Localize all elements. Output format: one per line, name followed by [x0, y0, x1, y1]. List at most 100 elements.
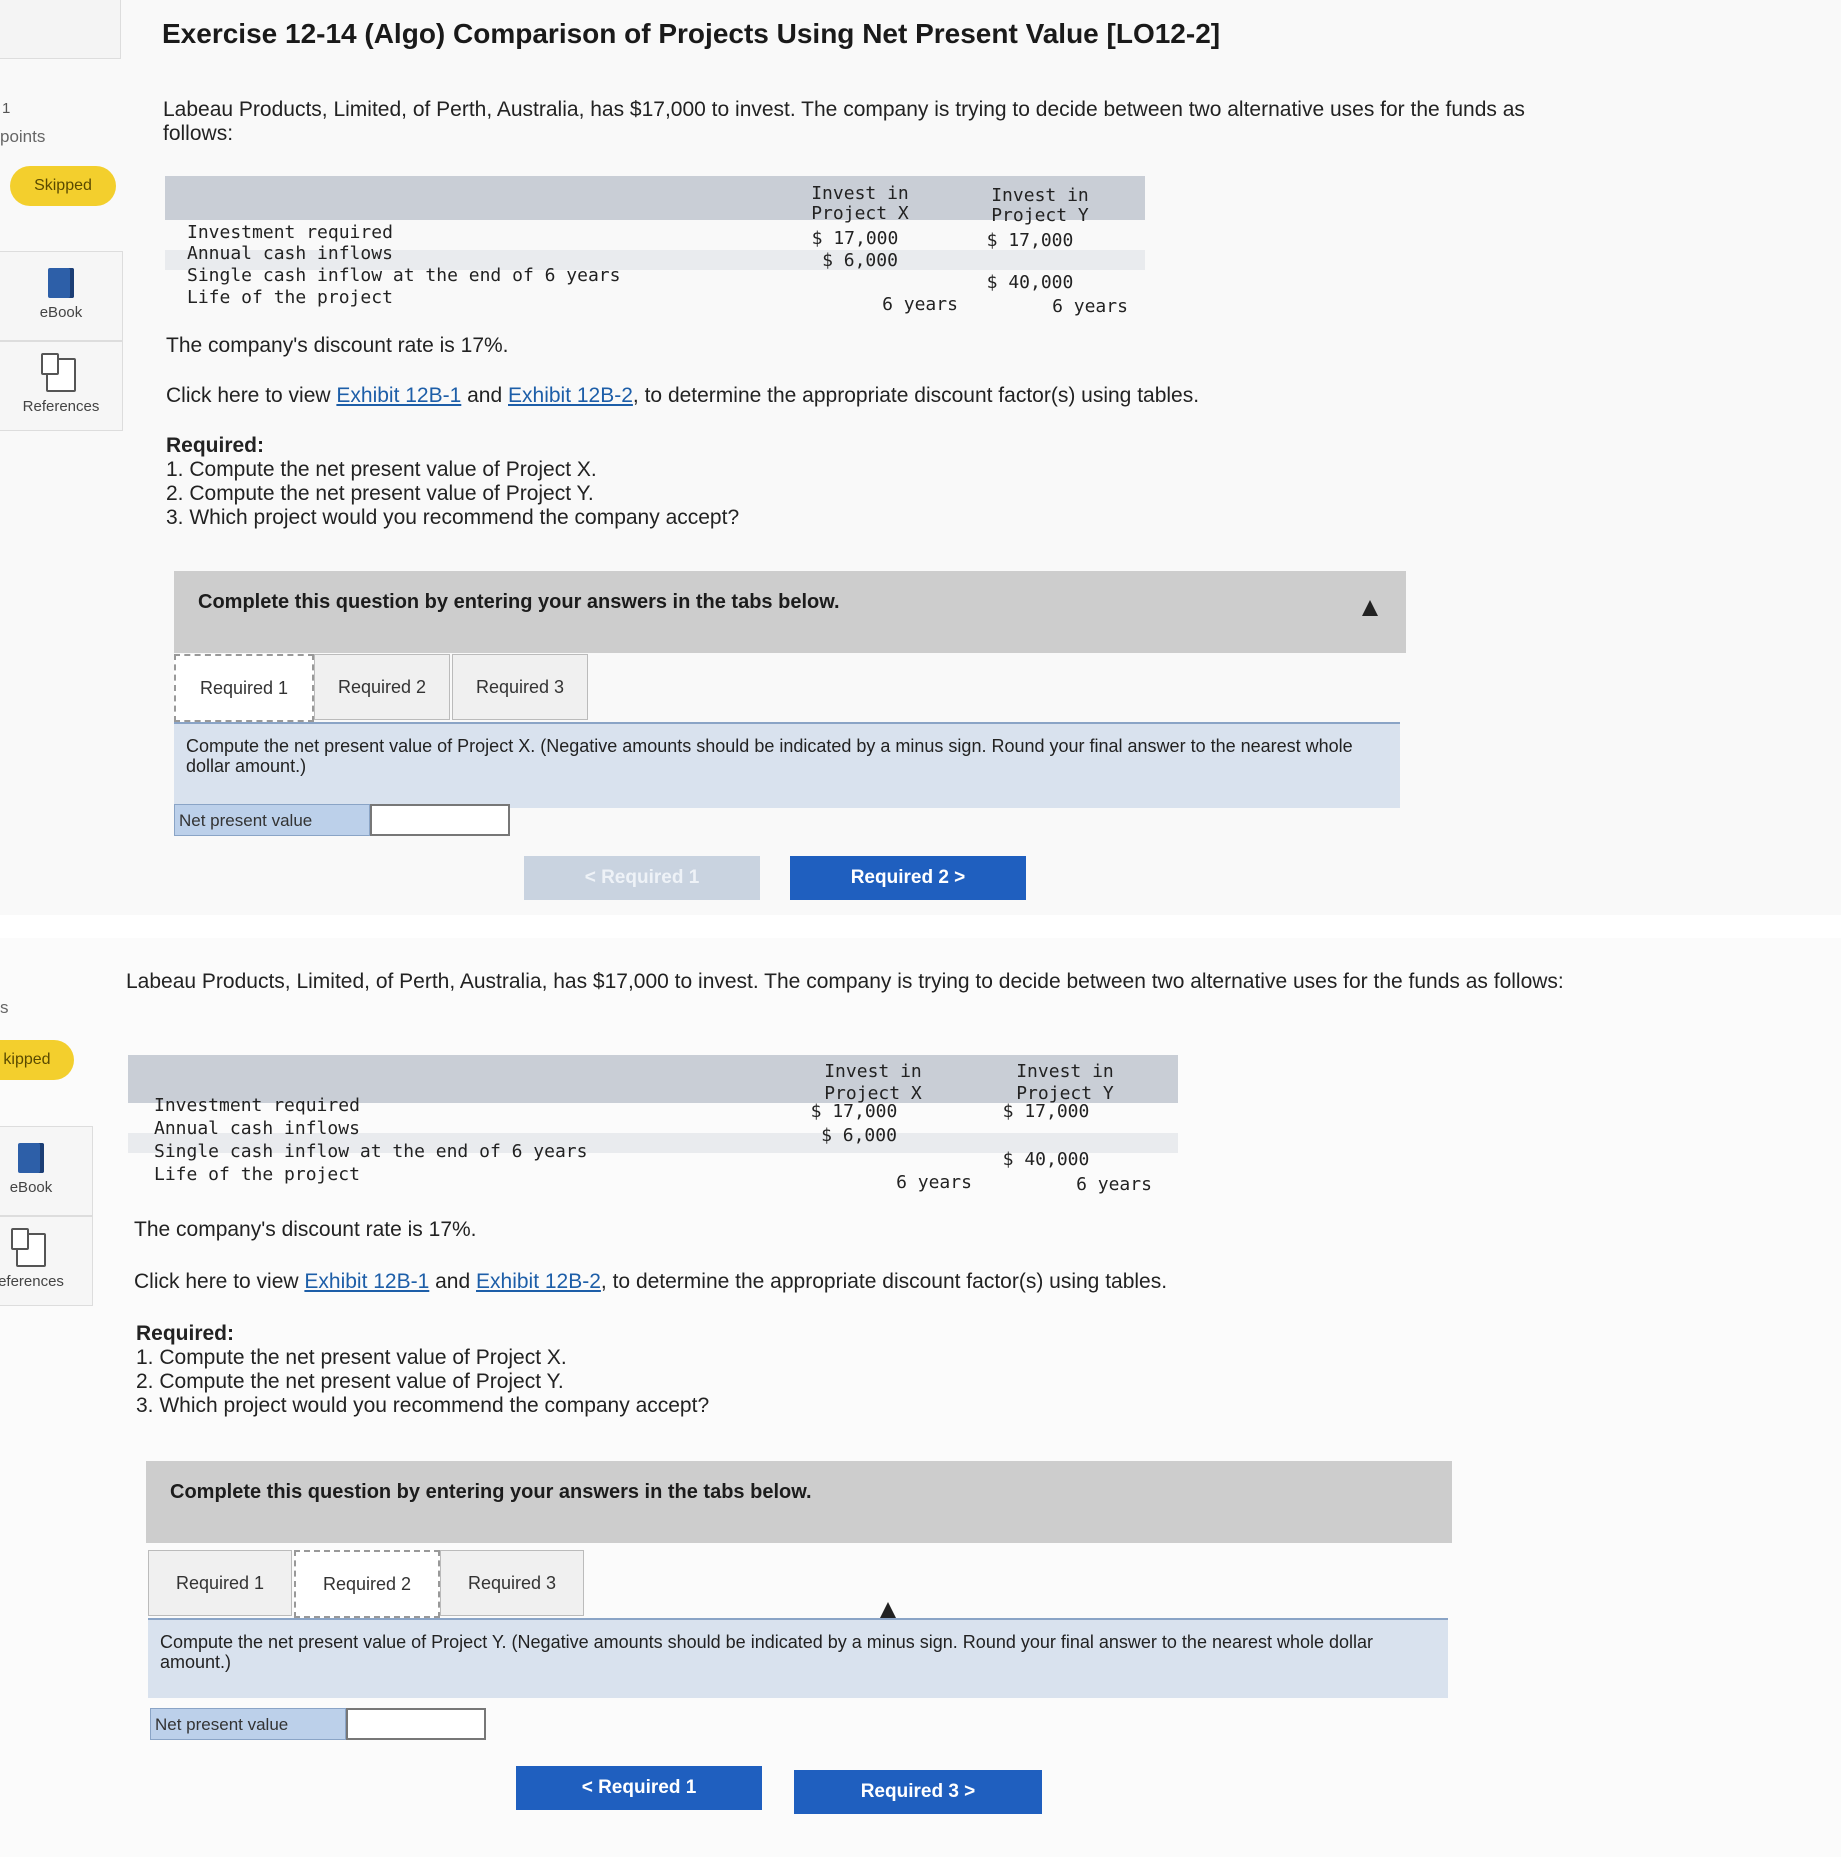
col-header-project-y: Invest in Project Y — [991, 185, 1089, 226]
skipped-badge: kipped — [0, 1040, 74, 1080]
exhibit-text-mid: and — [461, 384, 509, 407]
npv-input[interactable] — [370, 804, 510, 836]
intro-text: Labeau Products, Limited, of Perth, Aust… — [126, 970, 1564, 993]
references-icon — [41, 353, 76, 392]
exhibit-text: Click here to view Exhibit 12B-1 and Exh… — [134, 1270, 1167, 1294]
tab-required-3[interactable]: Required 3 — [452, 654, 588, 720]
tab-required-2[interactable]: Required 2 — [294, 1550, 440, 1618]
book-icon — [18, 1143, 44, 1173]
row-label-annual: Annual cash inflows — [187, 243, 393, 264]
cell-x-investment: $ 17,000 — [811, 228, 899, 249]
skipped-badge: Skipped — [10, 166, 116, 206]
book-icon — [48, 268, 74, 298]
exhibit-12b-1-link[interactable]: Exhibit 12B-1 — [304, 1270, 429, 1293]
ebook-button[interactable]: eBook — [0, 1126, 93, 1216]
cell-x-life: 6 years — [882, 294, 958, 315]
exhibit-text-post: , to determine the appropriate discount … — [600, 1270, 1168, 1293]
tab-required-1[interactable]: Required 1 — [174, 654, 314, 722]
references-icon — [11, 1228, 46, 1267]
exhibit-text: Click here to view Exhibit 12B-1 and Exh… — [166, 384, 1199, 408]
references-button[interactable]: eferences — [0, 1216, 93, 1306]
instructions-banner: Complete this question by entering your … — [146, 1461, 1452, 1543]
mouse-cursor-icon — [880, 1602, 896, 1618]
instruction-box: Compute the net present value of Project… — [148, 1618, 1448, 1698]
cell-y-life: 6 years — [1076, 1174, 1152, 1195]
cell-y-investment: $ 17,000 — [986, 230, 1074, 251]
exhibit-text-post: , to determine the appropriate discount … — [632, 384, 1200, 407]
col-header-project-x: Invest in Project X — [824, 1061, 922, 1104]
exhibit-12b-1-link[interactable]: Exhibit 12B-1 — [336, 384, 461, 407]
tab-required-3[interactable]: Required 3 — [440, 1550, 584, 1616]
exhibit-text-mid: and — [429, 1270, 477, 1293]
sidebar: s kipped eBook eferences — [0, 938, 125, 1857]
row-label-annual: Annual cash inflows — [154, 1118, 360, 1139]
required-heading: Required: — [166, 434, 265, 457]
exercise-title: Exercise 12-14 (Algo) Comparison of Proj… — [162, 18, 1221, 49]
npv-input[interactable] — [346, 1708, 486, 1740]
banner-text: Complete this question by entering your … — [198, 591, 840, 613]
cell-x-life: 6 years — [896, 1172, 972, 1193]
banner-text: Complete this question by entering your … — [170, 1481, 812, 1503]
next-required-3-button[interactable]: Required 3 > — [794, 1770, 1042, 1814]
ebook-label: eBook — [9, 1179, 53, 1196]
cell-x-annual: $ 6,000 — [822, 250, 898, 271]
required-item-3: 3. Which project would you recommend the… — [166, 506, 740, 529]
col-header-project-x: Invest in Project X — [811, 183, 909, 224]
prev-required-1-button[interactable]: < Required 1 — [516, 1766, 762, 1810]
exhibit-text-pre: Click here to view — [134, 1270, 305, 1293]
next-required-2-button[interactable]: Required 2 > — [790, 856, 1026, 900]
instructions-banner: Complete this question by entering your … — [174, 571, 1406, 653]
col-header-project-y: Invest in Project Y — [1016, 1061, 1114, 1104]
points-label: points — [0, 127, 46, 146]
instruction-text: Compute the net present value of Project… — [186, 736, 1353, 776]
points-label: s — [0, 998, 9, 1017]
screenshot-divider — [0, 915, 1841, 938]
row-label-investment: Investment required — [187, 222, 393, 243]
npv-label: Net present value — [150, 1708, 346, 1740]
required-heading: Required: — [136, 1322, 235, 1345]
cell-y-single: $ 40,000 — [986, 272, 1074, 293]
ebook-button[interactable]: eBook — [0, 251, 123, 341]
prev-required-1-button[interactable]: < Required 1 — [524, 856, 760, 900]
instruction-text: Compute the net present value of Project… — [160, 1632, 1374, 1672]
discount-rate-text: The company's discount rate is 17%. — [134, 1218, 477, 1241]
references-label: eferences — [0, 1273, 64, 1290]
references-button[interactable]: References — [0, 341, 123, 431]
mouse-cursor-icon — [1362, 600, 1378, 616]
points-number: 1 — [2, 100, 11, 117]
required-item-3: 3. Which project would you recommend the… — [136, 1394, 710, 1417]
npv-label: Net present value — [174, 804, 370, 836]
required-item-1: 1. Compute the net present value of Proj… — [166, 458, 597, 481]
required-list: Required: 1. Compute the net present val… — [166, 434, 739, 530]
tab-required-1[interactable]: Required 1 — [148, 1550, 292, 1616]
instruction-box: Compute the net present value of Project… — [174, 722, 1400, 808]
required-list: Required: 1. Compute the net present val… — [136, 1322, 709, 1418]
cell-x-annual: $ 6,000 — [821, 1125, 897, 1146]
row-label-investment: Investment required — [154, 1095, 360, 1116]
sidebar: 1 points Skipped eBook References — [0, 0, 125, 915]
question-panel-required-1: 1 points Skipped eBook References Exerci… — [0, 0, 1841, 915]
sidebar-top-box — [0, 0, 121, 59]
references-label: References — [22, 398, 100, 415]
tab-required-2[interactable]: Required 2 — [314, 654, 450, 720]
discount-rate-text: The company's discount rate is 17%. — [166, 334, 509, 357]
npv-field-row: Net present value — [150, 1708, 490, 1740]
exhibit-12b-2-link[interactable]: Exhibit 12B-2 — [508, 384, 633, 407]
cell-x-investment: $ 17,000 — [810, 1101, 898, 1122]
ebook-label: eBook — [39, 304, 83, 321]
cell-y-life: 6 years — [1052, 296, 1128, 317]
project-data-table: Invest in Project X Invest in Project Y … — [128, 1055, 1178, 1205]
exhibit-12b-2-link[interactable]: Exhibit 12B-2 — [476, 1270, 601, 1293]
cell-y-investment: $ 17,000 — [1002, 1101, 1090, 1122]
row-label-single: Single cash inflow at the end of 6 years — [187, 265, 621, 286]
required-item-2: 2. Compute the net present value of Proj… — [136, 1370, 564, 1393]
required-item-1: 1. Compute the net present value of Proj… — [136, 1346, 567, 1369]
intro-text: Labeau Products, Limited, of Perth, Aust… — [163, 98, 1525, 145]
npv-field-row: Net present value — [174, 804, 514, 836]
row-label-life: Life of the project — [187, 287, 393, 308]
cell-y-single: $ 40,000 — [1002, 1149, 1090, 1170]
row-label-life: Life of the project — [154, 1164, 360, 1185]
exhibit-text-pre: Click here to view — [166, 384, 337, 407]
question-panel-required-2: s kipped eBook eferences Labeau Products… — [0, 938, 1841, 1857]
row-label-single: Single cash inflow at the end of 6 years — [154, 1141, 588, 1162]
